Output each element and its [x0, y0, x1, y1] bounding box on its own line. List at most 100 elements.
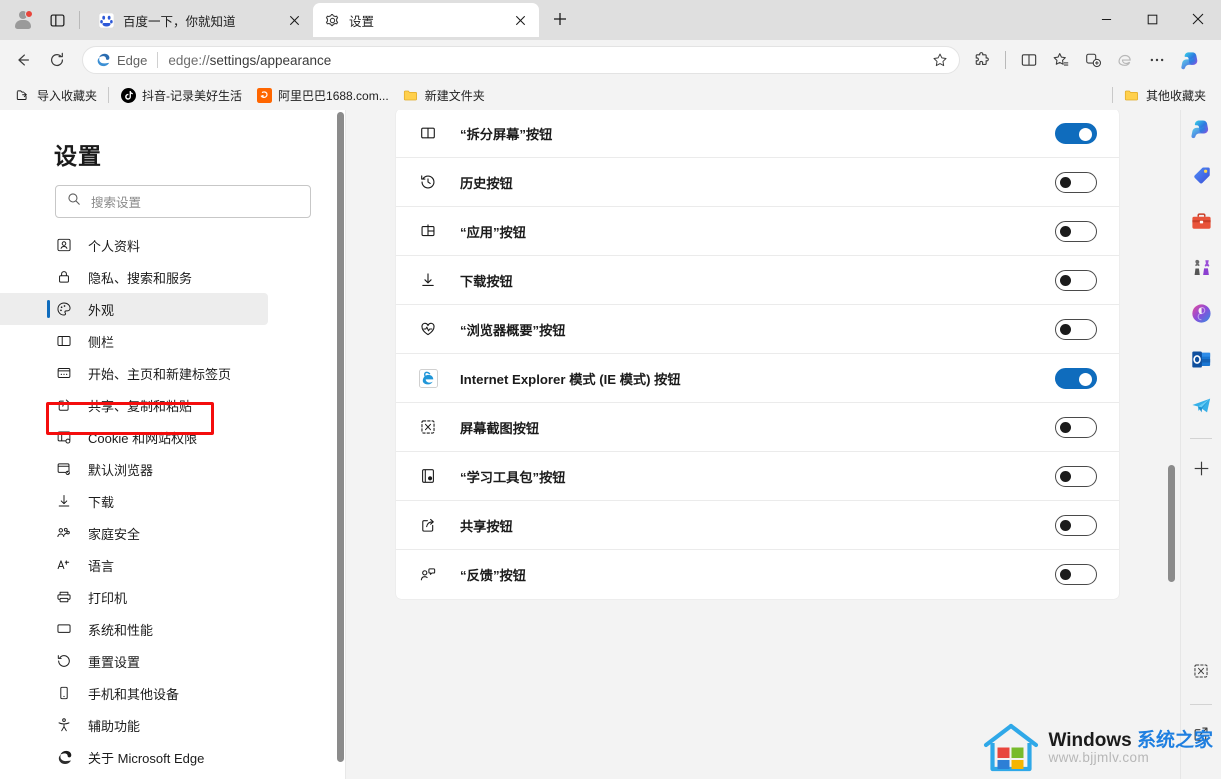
new-tab-button[interactable]	[545, 4, 575, 34]
copilot-icon[interactable]	[1186, 114, 1216, 144]
sidebar-item-reset-settings[interactable]: 重置设置	[0, 645, 346, 677]
minimize-icon[interactable]	[1083, 0, 1129, 38]
screenshot-icon[interactable]	[1186, 656, 1216, 686]
settings-and-more-icon[interactable]	[1141, 45, 1173, 75]
sidebar-item-label: 侧栏	[88, 334, 115, 350]
bookmark-other-favorites[interactable]: 其他收藏夹	[1117, 84, 1213, 107]
games-icon[interactable]	[1186, 252, 1216, 282]
back-arrow-icon[interactable]	[6, 45, 40, 75]
copilot-icon[interactable]	[1175, 45, 1205, 75]
bookmark-label: 导入收藏夹	[37, 88, 98, 103]
tools-briefcase-icon[interactable]	[1186, 206, 1216, 236]
sidebar-item-share-copy-paste[interactable]: 共享、复制和粘贴	[0, 389, 346, 421]
setting-row-history[interactable]: 历史按钮	[396, 158, 1119, 207]
sidebar-item-label: 家庭安全	[88, 526, 141, 542]
sidebar-item-default-browser[interactable]: 默认浏览器	[0, 453, 346, 485]
browser-tab[interactable]: 百度一下，你就知道	[87, 3, 313, 37]
setting-toggle[interactable]	[1055, 416, 1097, 438]
watermark-brand-cn: 系统之家	[1136, 729, 1213, 751]
setting-row-ie-mode[interactable]: Internet Explorer 模式 (IE 模式) 按钮	[396, 354, 1119, 403]
bookmark-douyin[interactable]: 抖音-记录美好生活	[113, 84, 249, 107]
outlook-icon[interactable]	[1186, 344, 1216, 374]
setting-row-apps[interactable]: “应用”按钮	[396, 207, 1119, 256]
screenshot-icon	[417, 416, 439, 438]
tab-close-icon[interactable]	[509, 9, 531, 31]
sidebar-item-accessibility[interactable]: 辅助功能	[0, 709, 346, 741]
split-screen-icon[interactable]	[1013, 45, 1045, 75]
setting-label: 共享按钮	[460, 518, 513, 534]
profile-avatar[interactable]	[6, 5, 40, 35]
setting-toggle[interactable]	[1055, 220, 1097, 242]
system-icon	[55, 620, 73, 638]
add-sidebar-app-button[interactable]	[1186, 453, 1216, 483]
telegram-icon[interactable]	[1186, 390, 1216, 420]
sidebar-item-system-performance[interactable]: 系统和性能	[0, 613, 346, 645]
browser-tab-active[interactable]: 设置	[313, 3, 539, 37]
shopping-tag-icon[interactable]	[1186, 160, 1216, 190]
sidebar-item-label: 开始、主页和新建标签页	[88, 366, 232, 382]
address-bar[interactable]: Edge edge://settings/appearance	[82, 46, 960, 74]
maximize-icon[interactable]	[1129, 0, 1175, 38]
setting-toggle[interactable]	[1055, 171, 1097, 193]
omnibox-divider	[157, 52, 159, 68]
setting-toggle[interactable]	[1055, 367, 1097, 389]
content-scrollbar-thumb[interactable]	[1168, 465, 1175, 582]
sidebar-item-sidebar[interactable]: 侧栏	[0, 325, 346, 357]
extensions-icon[interactable]	[966, 45, 998, 75]
setting-toggle[interactable]	[1055, 564, 1097, 585]
sidebar-item-start-home-newtab[interactable]: 开始、主页和新建标签页	[0, 357, 346, 389]
bookmarks-divider	[108, 87, 110, 103]
setting-row-feedback[interactable]: “反馈”按钮	[396, 550, 1119, 599]
sidebar-item-label: 默认浏览器	[88, 462, 154, 478]
setting-toggle[interactable]	[1055, 318, 1097, 340]
tab-close-icon[interactable]	[283, 9, 305, 31]
download-icon	[55, 492, 73, 510]
setting-row-downloads[interactable]: 下载按钮	[396, 256, 1119, 305]
accessibility-icon	[55, 716, 73, 734]
sidebar-item-label: 隐私、搜索和服务	[88, 270, 193, 286]
setting-toggle[interactable]	[1055, 269, 1097, 291]
sidebar-item-appearance[interactable]: 外观	[0, 293, 268, 325]
setting-label: 历史按钮	[460, 175, 513, 191]
microsoft-365-icon[interactable]	[1186, 298, 1216, 328]
sidebar-item-about-edge[interactable]: 关于 Microsoft Edge	[0, 741, 346, 773]
bookmark-alibaba[interactable]: 阿里巴巴1688.com...	[249, 84, 396, 107]
setting-row-share[interactable]: 共享按钮	[396, 501, 1119, 550]
setting-row-learning-tools[interactable]: “学习工具包”按钮	[396, 452, 1119, 501]
sidebar-item-printers[interactable]: 打印机	[0, 581, 346, 613]
reload-icon[interactable]	[40, 45, 74, 75]
sidebar-scrollbar-thumb[interactable]	[337, 112, 344, 762]
settings-content: “拆分屏幕”按钮 历史按钮 “应用”按钮 下载按钮 “浏览器概要”按钮 Inte…	[346, 110, 1180, 779]
close-icon[interactable]	[1175, 0, 1221, 38]
phone-icon	[55, 684, 73, 702]
sidebar-item-label: 个人资料	[88, 238, 141, 254]
sidebar-item-cookies[interactable]: Cookie 和网站权限	[0, 421, 346, 453]
bookmark-label: 阿里巴巴1688.com...	[278, 88, 389, 103]
favorite-star-icon[interactable]	[927, 47, 953, 73]
sidebar-item-downloads[interactable]: 下载	[0, 485, 346, 517]
alibaba-icon	[256, 87, 272, 103]
setting-toggle[interactable]	[1055, 514, 1097, 536]
address-bar-url[interactable]: edge://settings/appearance	[168, 53, 927, 68]
bookmark-new-folder[interactable]: 新建文件夹	[396, 84, 492, 107]
setting-row-split-screen[interactable]: “拆分屏幕”按钮	[396, 110, 1119, 158]
sidebar-item-phone-devices[interactable]: 手机和其他设备	[0, 677, 346, 709]
reset-icon	[55, 652, 73, 670]
sidebar-item-languages[interactable]: 语言	[0, 549, 346, 581]
setting-row-screenshot[interactable]: 屏幕截图按钮	[396, 403, 1119, 452]
setting-row-browser-essentials[interactable]: “浏览器概要”按钮	[396, 305, 1119, 354]
sidebar-item-privacy[interactable]: 隐私、搜索和服务	[0, 261, 346, 293]
setting-toggle[interactable]	[1055, 465, 1097, 487]
lock-icon	[55, 268, 73, 286]
bookmark-import-favorites[interactable]: 导入收藏夹	[8, 84, 104, 107]
search-settings-input[interactable]: 搜索设置	[55, 185, 311, 218]
bookmark-label: 其他收藏夹	[1145, 88, 1206, 103]
ie-mode-icon	[1109, 45, 1141, 75]
collections-icon[interactable]	[1077, 45, 1109, 75]
favorites-icon[interactable]	[1045, 45, 1077, 75]
tab-search-icon[interactable]	[42, 5, 72, 35]
setting-toggle[interactable]	[1055, 122, 1097, 144]
sidebar-item-profile[interactable]: 个人资料	[0, 229, 346, 261]
sidebar-item-family-safety[interactable]: 家庭安全	[0, 517, 346, 549]
sidebar-icon	[55, 332, 73, 350]
